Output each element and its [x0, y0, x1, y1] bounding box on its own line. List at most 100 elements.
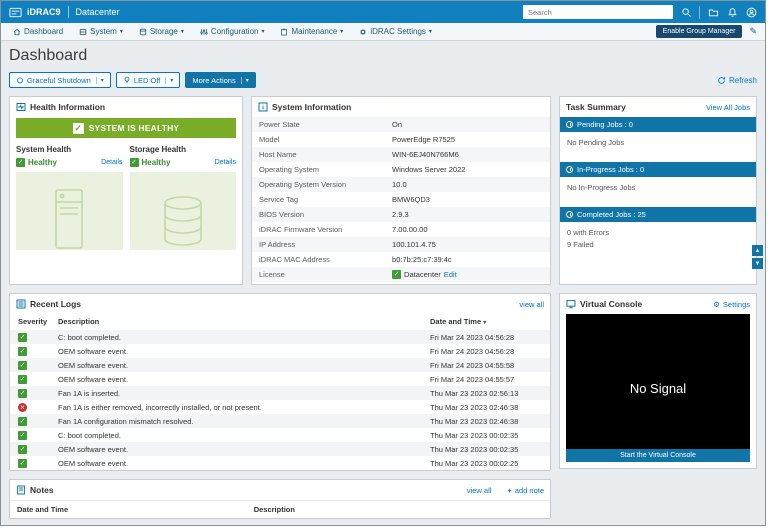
page-title: Dashboard [9, 47, 757, 65]
system-information-panel: System Information Power StateOn ModelPo… [251, 96, 551, 285]
log-description: OEM software event. [58, 445, 430, 454]
view-all-logs-link[interactable]: view all [519, 300, 544, 309]
system-healthy-banner: ✓ SYSTEM IS HEALTHY [16, 118, 236, 138]
info-row: Host NameWIN-6EJ40N766M6 [252, 147, 550, 162]
license-value: Datacenter [404, 270, 441, 279]
info-row: iDRAC Firmware Version7.00.00.00 [252, 222, 550, 237]
job-status-line: No Pending Jobs [567, 137, 749, 149]
enable-group-manager-button[interactable]: Enable Group Manager [656, 25, 743, 38]
info-value: 7.00.00.00 [392, 225, 427, 234]
severity-icon [18, 445, 27, 454]
completed-jobs-header[interactable]: Completed Jobs : 25 [560, 207, 756, 222]
log-description: Fan 1A is either removed, incorrectly in… [58, 403, 430, 412]
log-datetime: Fri Mar 24 2023 04:56:28 [430, 333, 550, 342]
info-row: BIOS Version2.9.3 [252, 207, 550, 222]
section-header-label: Completed Jobs : 25 [577, 210, 646, 219]
view-all-jobs-link[interactable]: View All Jobs [706, 103, 750, 112]
more-actions-label: More Actions [192, 76, 235, 85]
no-signal-text: No Signal [630, 381, 686, 396]
system-info-table: Power StateOn ModelPowerEdge R7525 Host … [252, 117, 550, 284]
nav-item-configuration[interactable]: Configuration ▾ [192, 23, 273, 40]
pending-jobs-header[interactable]: Pending Jobs : 0 [560, 117, 756, 132]
logs-table-body: C: boot completed.Fri Mar 24 2023 04:56:… [10, 330, 550, 470]
add-note-link[interactable]: + add note [507, 486, 544, 495]
log-row: OEM software event.Thu Mar 23 2023 00:02… [10, 456, 550, 470]
check-icon: ✓ [16, 158, 25, 167]
gear-icon: ⚙ [713, 300, 720, 309]
storage-health-status: ✓ Healthy Details [130, 158, 237, 167]
user-icon[interactable] [745, 6, 757, 18]
info-icon [258, 102, 268, 112]
in-progress-jobs-header[interactable]: In-Progress Jobs : 0 [560, 162, 756, 177]
system-health-label: System Health [16, 145, 123, 154]
datetime-column-header[interactable]: Date and Time ▾ [430, 317, 550, 326]
console-settings-link[interactable]: ⚙ Settings [713, 300, 750, 309]
logs-icon [16, 299, 26, 309]
nav-item-storage[interactable]: Storage ▾ [131, 23, 192, 40]
folder-icon[interactable] [707, 6, 719, 18]
storage-health-details-link[interactable]: Details [215, 159, 236, 166]
nav-item-maintenance[interactable]: Maintenance ▾ [272, 23, 351, 40]
nav-label: Dashboard [24, 27, 63, 36]
recent-logs-panel: Recent Logs view all Severity Descriptio… [9, 293, 551, 471]
refresh-link[interactable]: Refresh [717, 76, 757, 85]
log-description: Fan 1A configuration mismatch resolved. [58, 417, 430, 426]
search-input[interactable] [523, 5, 673, 19]
nav-label: Storage [150, 27, 178, 36]
license-edit-link[interactable]: Edit [444, 270, 457, 279]
search-icon[interactable] [680, 6, 692, 18]
start-virtual-console-button[interactable]: Start the Virtual Console [566, 449, 750, 462]
topbar-actions [523, 5, 757, 19]
panel-header: Notes view all + add note [10, 480, 550, 500]
log-datetime: Fri Mar 24 2023 04:55:58 [430, 361, 550, 370]
bell-icon[interactable] [726, 6, 738, 18]
task-summary-panel: Task Summary View All Jobs Pending Jobs … [559, 96, 757, 285]
info-value: PowerEdge R7525 [392, 135, 455, 144]
panel-header: System Information [252, 97, 550, 117]
scroll-down-button[interactable]: ▼ [752, 258, 763, 269]
system-health-details-link[interactable]: Details [101, 159, 122, 166]
log-row: Fan 1A is either removed, incorrectly in… [10, 400, 550, 414]
nav-item-system[interactable]: System ▾ [71, 23, 131, 40]
pending-jobs-body: No Pending Jobs [560, 132, 756, 156]
chevron-down-icon[interactable]: ▾ [241, 77, 249, 84]
view-all-notes-link[interactable]: view all [467, 486, 492, 495]
log-description: OEM software event. [58, 347, 430, 356]
log-row: Fan 1A is inserted.Thu Mar 23 2023 02:56… [10, 386, 550, 400]
graceful-shutdown-label: Graceful Shutdown [27, 76, 91, 85]
settings-label: Settings [723, 300, 750, 309]
graceful-shutdown-button[interactable]: Graceful Shutdown ▾ [9, 72, 111, 88]
scroll-up-button[interactable]: ▲ [752, 245, 763, 256]
info-value: On [392, 120, 402, 129]
severity-icon [18, 375, 27, 384]
panel-title: System Information [272, 102, 351, 112]
more-actions-button[interactable]: More Actions ▾ [185, 72, 255, 88]
server-tower-icon [51, 188, 87, 250]
info-label: License [252, 270, 392, 279]
log-datetime: Thu Mar 23 2023 02:46:38 [430, 403, 550, 412]
healthy-label: Healthy [28, 158, 57, 167]
storage-health-column: Storage Health ✓ Healthy Details [130, 145, 237, 250]
chevron-down-icon[interactable]: ▾ [165, 77, 173, 84]
nav-item-idrac-settings[interactable]: iDRAC Settings ▾ [351, 23, 440, 40]
chevron-down-icon: ▾ [261, 28, 264, 35]
info-row: Operating System Version10.0 [252, 177, 550, 192]
panel-header: Task Summary View All Jobs [560, 97, 756, 117]
check-icon: ✓ [392, 270, 401, 279]
pencil-icon[interactable]: ✎ [749, 26, 757, 37]
clock-icon [566, 121, 573, 128]
section-header-label: In-Progress Jobs : 0 [577, 165, 644, 174]
info-label: Service Tag [252, 195, 392, 204]
clipboard-icon [280, 28, 288, 36]
log-description: Fan 1A is inserted. [58, 389, 430, 398]
datetime-header-label: Date and Time [430, 317, 481, 326]
nav-label: iDRAC Settings [370, 27, 426, 36]
completed-jobs-body: 0 with Errors 9 Failed [560, 222, 756, 258]
info-row: ModelPowerEdge R7525 [252, 132, 550, 147]
chevron-down-icon[interactable]: ▾ [96, 77, 104, 84]
nav-item-dashboard[interactable]: Dashboard [5, 23, 71, 40]
chevron-down-icon: ▾ [120, 28, 123, 35]
log-row: Fan 1A configuration mismatch resolved.T… [10, 414, 550, 428]
brand-divider [68, 6, 69, 18]
led-off-button[interactable]: LED Off ▾ [116, 72, 181, 88]
